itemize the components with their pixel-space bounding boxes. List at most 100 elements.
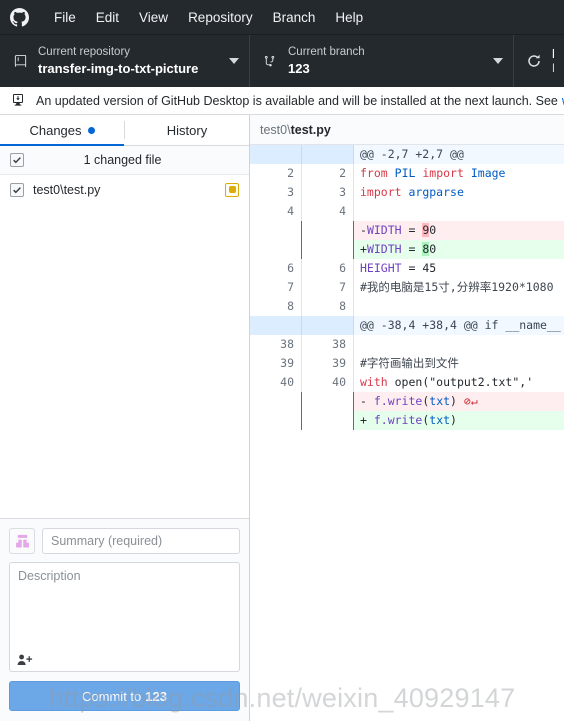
- diff-old-line-number[interactable]: 3: [250, 183, 302, 202]
- diff-line[interactable]: @@ -2,7 +2,7 @@: [250, 145, 564, 164]
- github-mark-icon: [8, 6, 30, 28]
- fetch-origin-button[interactable]: Fetch origin Last fetched: [514, 35, 564, 87]
- diff-new-line-number[interactable]: 7: [302, 278, 354, 297]
- add-coauthor-icon[interactable]: [17, 652, 33, 666]
- diff-file-header: test0\ test.py: [250, 115, 564, 145]
- menu-item-help[interactable]: Help: [325, 6, 373, 29]
- tab-history[interactable]: History: [125, 115, 249, 145]
- commit-description-box: [9, 562, 240, 672]
- repository-icon: [10, 51, 30, 71]
- commit-summary-input[interactable]: [42, 528, 240, 554]
- toolbar: Current repository transfer-img-to-txt-p…: [0, 34, 564, 87]
- diff-line[interactable]: 39 39 #字符画输出到文件: [250, 354, 564, 373]
- diff-line-content: [354, 297, 564, 316]
- diff-old-line-number[interactable]: 4: [250, 202, 302, 221]
- commit-button-branch: 123: [145, 688, 167, 704]
- diff-old-line-number[interactable]: 7: [250, 278, 302, 297]
- diff-line[interactable]: 40 40 with open("output2.txt",': [250, 373, 564, 392]
- diff-old-line-number[interactable]: [250, 411, 302, 430]
- diff-old-line-number[interactable]: [250, 145, 302, 164]
- current-repository-value: transfer-img-to-txt-picture: [38, 61, 199, 76]
- diff-new-line-number[interactable]: 40: [302, 373, 354, 392]
- file-list-empty-space: [0, 204, 249, 518]
- diff-line-content: import argparse: [354, 183, 564, 202]
- chevron-down-icon: [493, 58, 503, 64]
- diff-new-line-number[interactable]: 38: [302, 335, 354, 354]
- diff-new-line-number[interactable]: [302, 316, 354, 335]
- diff-old-line-number[interactable]: 41: [250, 392, 302, 411]
- menu-item-branch[interactable]: Branch: [263, 6, 326, 29]
- diff-old-line-number[interactable]: [250, 316, 302, 335]
- menu-item-file[interactable]: File: [44, 6, 86, 29]
- diff-line[interactable]: @@ -38,4 +38,4 @@ if __name__: [250, 316, 564, 335]
- diff-old-line-number[interactable]: 40: [250, 373, 302, 392]
- diff-panel: test0\ test.py @@ -2,7 +2,7 @@ 2 2 from PIL…: [250, 115, 564, 721]
- diff-lines-container[interactable]: @@ -2,7 +2,7 @@ 2 2 from PIL import Image 3…: [250, 145, 564, 721]
- tab-changes[interactable]: Changes: [0, 115, 124, 146]
- sync-icon: [524, 51, 544, 71]
- diff-old-line-number[interactable]: 2: [250, 164, 302, 183]
- diff-old-line-number[interactable]: 39: [250, 354, 302, 373]
- fetch-origin-label: Fetch origin: [552, 45, 554, 62]
- diff-line[interactable]: 5 +WIDTH = 80: [250, 240, 564, 259]
- commit-form: Commit to 123: [0, 518, 249, 721]
- github-desktop-window: File Edit View Repository Branch Help Cu…: [0, 0, 564, 721]
- diff-new-line-number[interactable]: 41: [302, 411, 354, 430]
- file-path-label: test0\test.py: [33, 182, 101, 197]
- diff-new-line-number[interactable]: 2: [302, 164, 354, 183]
- diff-new-line-number[interactable]: [302, 145, 354, 164]
- diff-line-content: +WIDTH = 80: [354, 240, 564, 259]
- diff-new-line-number[interactable]: 4: [302, 202, 354, 221]
- diff-line[interactable]: 41 + f.write(txt): [250, 411, 564, 430]
- diff-new-line-number[interactable]: 8: [302, 297, 354, 316]
- current-repository-button[interactable]: Current repository transfer-img-to-txt-p…: [0, 35, 250, 87]
- diff-line[interactable]: 5 -WIDTH = 90: [250, 221, 564, 240]
- current-branch-button[interactable]: Current branch 123: [250, 35, 514, 87]
- diff-line[interactable]: 44: [250, 202, 564, 221]
- select-all-checkbox[interactable]: [10, 153, 24, 167]
- diff-new-line-number[interactable]: [302, 392, 354, 411]
- diff-line[interactable]: 88: [250, 297, 564, 316]
- chevron-down-icon: [229, 58, 239, 64]
- commit-button-prefix: Commit to: [82, 688, 142, 704]
- diff-line[interactable]: 33 import argparse: [250, 183, 564, 202]
- diff-line[interactable]: 38 38: [250, 335, 564, 354]
- commit-button[interactable]: Commit to 123: [9, 681, 240, 711]
- diff-line-content: [354, 335, 564, 354]
- diff-line[interactable]: 22 from PIL import Image: [250, 164, 564, 183]
- modified-status-icon: [228, 186, 236, 193]
- update-banner-text: An updated version of GitHub Desktop is …: [36, 93, 558, 108]
- diff-line-content: + f.write(txt): [354, 411, 564, 430]
- commit-description-input[interactable]: [10, 563, 239, 671]
- diff-new-line-number[interactable]: 3: [302, 183, 354, 202]
- changed-files-header: 1 changed file: [0, 146, 249, 175]
- diff-line-content: from PIL import Image: [354, 164, 564, 183]
- diff-old-line-number[interactable]: 8: [250, 297, 302, 316]
- diff-file-dir: test0\: [260, 122, 291, 137]
- diff-line[interactable]: 66 HEIGHT = 45: [250, 259, 564, 278]
- diff-new-line-number[interactable]: 5: [302, 240, 354, 259]
- diff-file-name: test.py: [290, 122, 331, 137]
- diff-old-line-number[interactable]: 6: [250, 259, 302, 278]
- menu-bar: File Edit View Repository Branch Help: [0, 0, 564, 34]
- file-checkbox[interactable]: [10, 182, 24, 197]
- diff-old-line-number[interactable]: 38: [250, 335, 302, 354]
- current-branch-label: Current branch: [288, 46, 365, 58]
- menu-item-edit[interactable]: Edit: [86, 6, 129, 29]
- diff-line[interactable]: 41 - f.write(txt) ⊘↵: [250, 392, 564, 411]
- diff-old-line-number[interactable]: 5: [250, 221, 302, 240]
- status-badge: [225, 182, 239, 197]
- diff-new-line-number[interactable]: [302, 221, 354, 240]
- diff-line-content: HEIGHT = 45: [354, 259, 564, 278]
- diff-old-line-number[interactable]: [250, 240, 302, 259]
- diff-line-content: @@ -38,4 +38,4 @@ if __name__: [354, 316, 564, 335]
- diff-new-line-number[interactable]: 39: [302, 354, 354, 373]
- diff-line-content: -WIDTH = 90: [354, 221, 564, 240]
- menu-item-view[interactable]: View: [129, 6, 178, 29]
- diff-line[interactable]: 77 #我的电脑是15寸,分辨率1920*1080: [250, 278, 564, 297]
- menu-item-repository[interactable]: Repository: [178, 6, 263, 29]
- diff-new-line-number[interactable]: 6: [302, 259, 354, 278]
- list-item[interactable]: test0\test.py: [0, 175, 249, 204]
- changed-files-count: 1 changed file: [83, 153, 162, 167]
- tab-changes-label: Changes: [29, 122, 82, 138]
